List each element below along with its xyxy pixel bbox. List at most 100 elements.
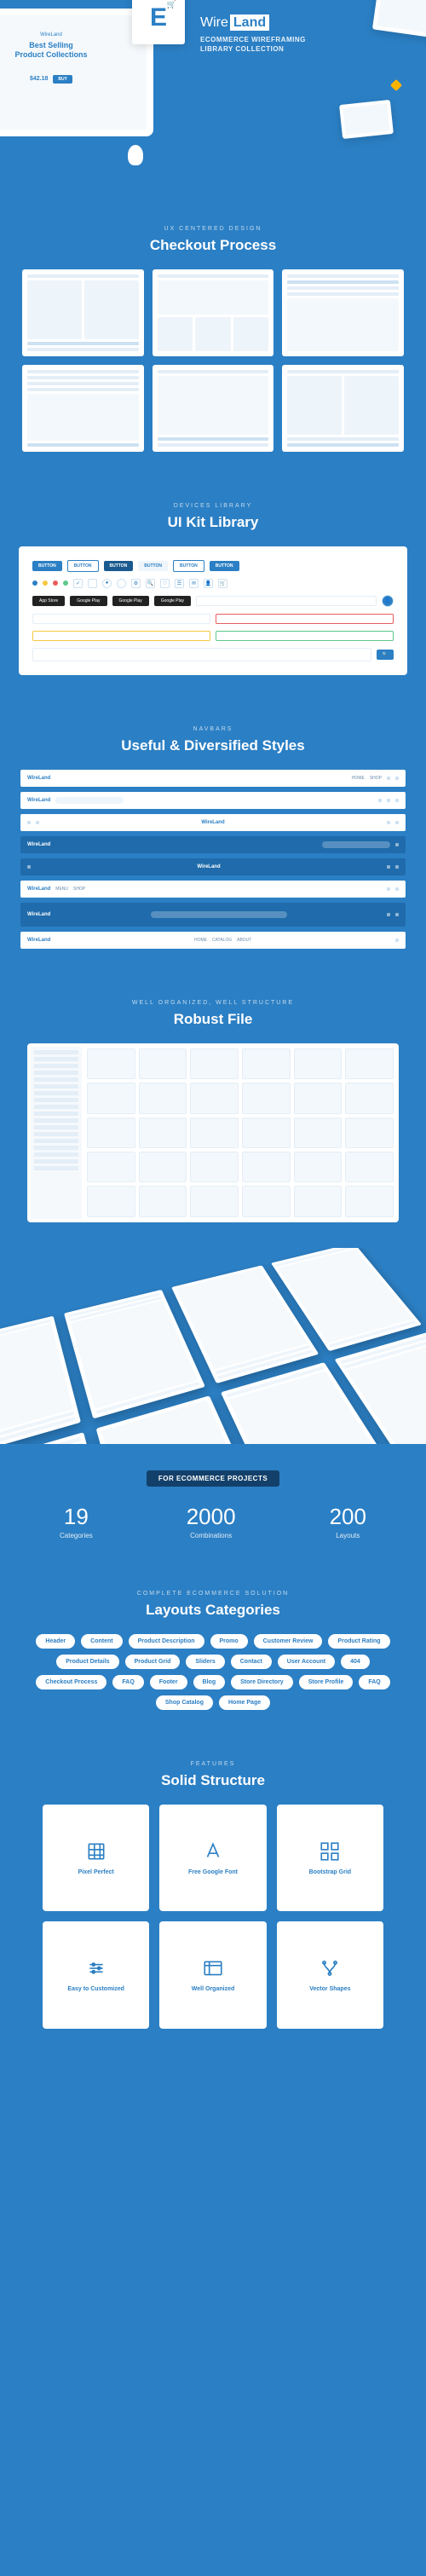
icon-square: 👤 bbox=[204, 579, 213, 588]
logo-tile: E 🛒 bbox=[132, 0, 185, 44]
category-pill: Product Grid bbox=[125, 1655, 181, 1669]
uikit-store-row: App Store Google Play Google Play Google… bbox=[32, 595, 394, 607]
eyebrow: COMPLETE ECOMMERCE SOLUTION bbox=[17, 1591, 409, 1597]
stat: 19Categories bbox=[60, 1504, 93, 1539]
category-pill: Sliders bbox=[186, 1655, 224, 1669]
icon-square: ⚙ bbox=[131, 579, 141, 588]
brand-logo: WireLand bbox=[200, 15, 311, 31]
section-title: Layouts Categories bbox=[17, 1602, 409, 1619]
cart-icon: 🛒 bbox=[167, 0, 176, 9]
button-chip: BUTTON bbox=[32, 561, 62, 571]
section-checkout: UX CENTERED DESIGN Checkout Process bbox=[0, 200, 426, 477]
radio-icon bbox=[117, 579, 126, 588]
checkout-panel bbox=[22, 365, 144, 452]
checkout-panel bbox=[22, 269, 144, 356]
section-stats: FOR ECOMMERCE PROJECTS 19Categories 2000… bbox=[0, 1444, 426, 1565]
category-pill: Content bbox=[81, 1634, 122, 1649]
category-pill: User Account bbox=[278, 1655, 335, 1669]
dot-icon bbox=[32, 580, 37, 586]
section-title: Useful & Diversified Styles bbox=[17, 737, 409, 754]
badge-pill: FOR ECOMMERCE PROJECTS bbox=[147, 1470, 279, 1487]
stats-row: 19Categories 2000Combinations 200Layouts bbox=[17, 1504, 409, 1539]
app-canvas bbox=[85, 1047, 395, 1219]
navbar-sample: WireLandMENUSHOP bbox=[20, 881, 406, 898]
navbar-sample-inverted: WireLand bbox=[20, 858, 406, 875]
store-badge: Google Play bbox=[154, 596, 191, 606]
icon-square: 🔍 bbox=[146, 579, 155, 588]
search-input-sample bbox=[32, 648, 371, 661]
category-pill: Footer bbox=[150, 1675, 187, 1689]
stat: 2000Combinations bbox=[187, 1504, 236, 1539]
input-sample bbox=[196, 596, 377, 606]
search-button: 🔍 bbox=[377, 650, 394, 660]
button-chip: BUTTON bbox=[210, 561, 239, 571]
navbar-sample-inverted: WireLand bbox=[20, 836, 406, 853]
section-title: Robust File bbox=[17, 1011, 409, 1028]
section-navbars: NAVBARS Useful & Diversified Styles Wire… bbox=[0, 701, 426, 974]
monitor-buy-button: BUY bbox=[53, 75, 72, 84]
monitor-title-l2: Product Collections bbox=[0, 50, 135, 60]
checkout-panel-grid bbox=[17, 269, 409, 452]
category-pill: Product Description bbox=[129, 1634, 204, 1649]
brand-subtitle: ECOMMERCE WIREFRAMING LIBRARY COLLECTION bbox=[200, 36, 311, 55]
uikit-buttons-row: BUTTON BUTTON BUTTON BUTTON BUTTON BUTTO… bbox=[32, 560, 394, 572]
category-pill: Product Details bbox=[56, 1655, 118, 1669]
navbar-sample-inverted: WireLand bbox=[20, 903, 406, 927]
radio-icon: ● bbox=[102, 579, 112, 588]
section-title: UI Kit Library bbox=[17, 514, 409, 531]
avatar-icon: 👤 bbox=[382, 595, 394, 607]
category-pill: Header bbox=[36, 1634, 75, 1649]
feature-card: Vector Shapes bbox=[277, 1921, 383, 2028]
feature-card: Bootstrap Grid bbox=[277, 1805, 383, 1911]
float-card bbox=[339, 100, 394, 139]
font-icon bbox=[202, 1840, 224, 1863]
button-chip: BUTTON bbox=[173, 560, 204, 572]
category-pill: Customer Review bbox=[254, 1634, 323, 1649]
monitor-mockup: WireLand Best Selling Product Collection… bbox=[0, 9, 153, 136]
pixel-perfect-icon bbox=[85, 1840, 107, 1863]
uikit-board: BUTTON BUTTON BUTTON BUTTON BUTTON BUTTO… bbox=[19, 546, 407, 675]
category-pill: FAQ bbox=[112, 1675, 143, 1689]
feature-card: Easy to Customized bbox=[43, 1921, 149, 2028]
uikit-search-row: 🔍 bbox=[32, 648, 394, 661]
hero: WireLand Best Selling Product Collection… bbox=[0, 0, 426, 200]
store-badge: Google Play bbox=[112, 596, 149, 606]
uikit-icons-row: ✓ ● ⚙🔍♡☰✉👤🛒 bbox=[32, 579, 394, 588]
feature-grid: Pixel Perfect Free Google Font Bootstrap… bbox=[17, 1805, 409, 2029]
category-pill: Store Directory bbox=[231, 1675, 293, 1689]
eyebrow: NAVBARS bbox=[17, 726, 409, 732]
navbar-sample: WireLand bbox=[20, 814, 406, 831]
icon-square: ♡ bbox=[160, 579, 170, 588]
input-sample bbox=[32, 614, 210, 624]
category-pill: FAQ bbox=[359, 1675, 389, 1689]
input-sample bbox=[216, 631, 394, 641]
uikit-inputs-row bbox=[32, 614, 394, 624]
checkbox-icon bbox=[88, 579, 97, 588]
navbar-stack: WireLandHOMESHOP WireLand WireLand WireL… bbox=[17, 770, 409, 949]
feature-card: Well Organized bbox=[159, 1921, 266, 2028]
button-chip: BUTTON bbox=[67, 560, 99, 572]
eyebrow: WELL ORGANIZED, WELL STRUCTURE bbox=[17, 1000, 409, 1006]
customize-icon bbox=[85, 1957, 107, 1979]
eyebrow: DEVICES LIBRARY bbox=[17, 503, 409, 509]
checkout-panel bbox=[153, 365, 274, 452]
checkout-panel bbox=[282, 365, 404, 452]
button-chip: BUTTON bbox=[138, 561, 168, 571]
vector-icon bbox=[319, 1957, 341, 1979]
category-pill: Promo bbox=[210, 1634, 248, 1649]
monitor-title-l1: Best Selling bbox=[0, 41, 135, 50]
feature-card: Free Google Font bbox=[159, 1805, 266, 1911]
category-pill: Contact bbox=[231, 1655, 272, 1669]
store-badge: App Store bbox=[32, 596, 65, 606]
dot-icon bbox=[53, 580, 58, 586]
category-pill: Store Profile bbox=[299, 1675, 354, 1689]
category-pill: 404 bbox=[341, 1655, 370, 1669]
icon-square: ☰ bbox=[175, 579, 184, 588]
brand-block: WireLand ECOMMERCE WIREFRAMING LIBRARY C… bbox=[200, 15, 311, 55]
monitor-brand: WireLand bbox=[0, 32, 135, 38]
section-categories: COMPLETE ECOMMERCE SOLUTION Layouts Cate… bbox=[0, 1565, 426, 1736]
category-pill: Blog bbox=[193, 1675, 226, 1689]
dot-icon bbox=[43, 580, 48, 586]
stat: 200Layouts bbox=[330, 1504, 366, 1539]
section-title: Checkout Process bbox=[17, 237, 409, 254]
